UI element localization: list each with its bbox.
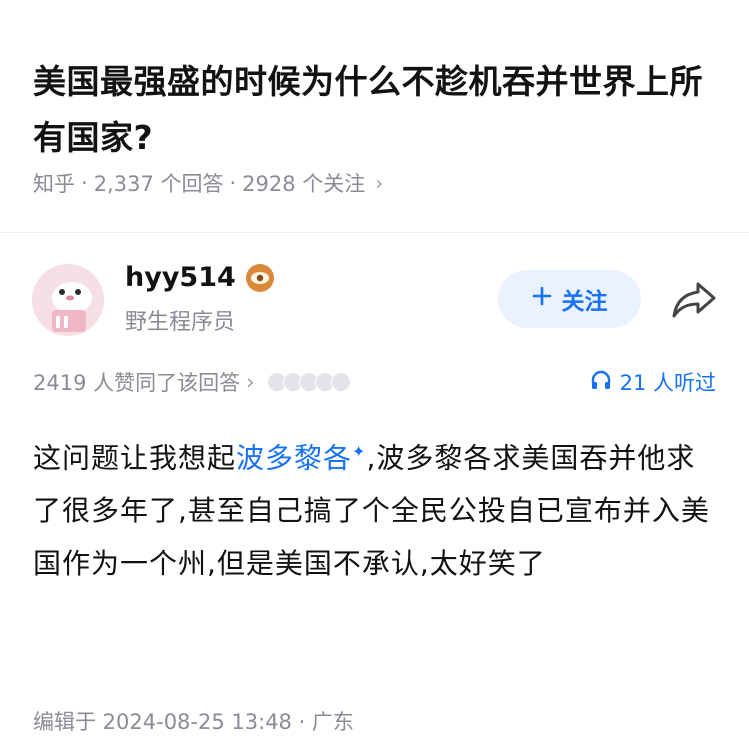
avatar [330, 372, 351, 392]
source-label: 知乎 [33, 172, 75, 196]
share-icon[interactable] [670, 280, 718, 320]
chevron-right-icon: › [375, 171, 384, 195]
author-name[interactable]: hyy514 [125, 262, 236, 293]
listen-stats[interactable]: 21 人听过 [590, 367, 716, 397]
plus-icon [532, 286, 552, 312]
author-name-row[interactable]: hyy514 [125, 262, 274, 293]
eye-badge-icon [245, 263, 274, 292]
follow-button[interactable]: 关注 [498, 270, 641, 328]
liker-avatars [266, 372, 351, 392]
headphones-icon [590, 369, 612, 396]
content-text: 这问题让我想起 [33, 441, 237, 475]
meta-separator: · [81, 171, 88, 195]
follow-label: 关注 [561, 289, 608, 315]
answer-stats[interactable]: 2419 人赞同了该回答 › [33, 367, 351, 397]
edit-info: 编辑于 2024-08-25 13:48 · 广东 [33, 710, 354, 734]
divider [0, 232, 749, 233]
answer-content: 这问题让我想起波多黎各✦,波多黎各求美国吞并他求了很多年了,甚至自己搞了个全民公… [33, 425, 723, 590]
follower-count: 2928 个关注 [242, 172, 366, 196]
topic-link[interactable]: 波多黎各 [236, 441, 352, 474]
question-title[interactable]: 美国最强盛的时候为什么不趁机吞并世界上所有国家? [33, 54, 723, 166]
listen-text: 21 人听过 [619, 371, 716, 395]
question-meta[interactable]: 知乎 · 2,337 个回答 · 2928 个关注 › [33, 168, 383, 198]
answer-count: 2,337 个回答 [93, 172, 224, 196]
sparkle-icon: ✦ [352, 442, 367, 461]
avatar-image [32, 264, 104, 336]
likes-text: 2419 人赞同了该回答 [33, 371, 241, 395]
author-bio: 野生程序员 [125, 310, 236, 335]
meta-separator: · [229, 171, 237, 195]
avatar[interactable] [32, 264, 104, 336]
chevron-right-icon: › [246, 370, 255, 394]
